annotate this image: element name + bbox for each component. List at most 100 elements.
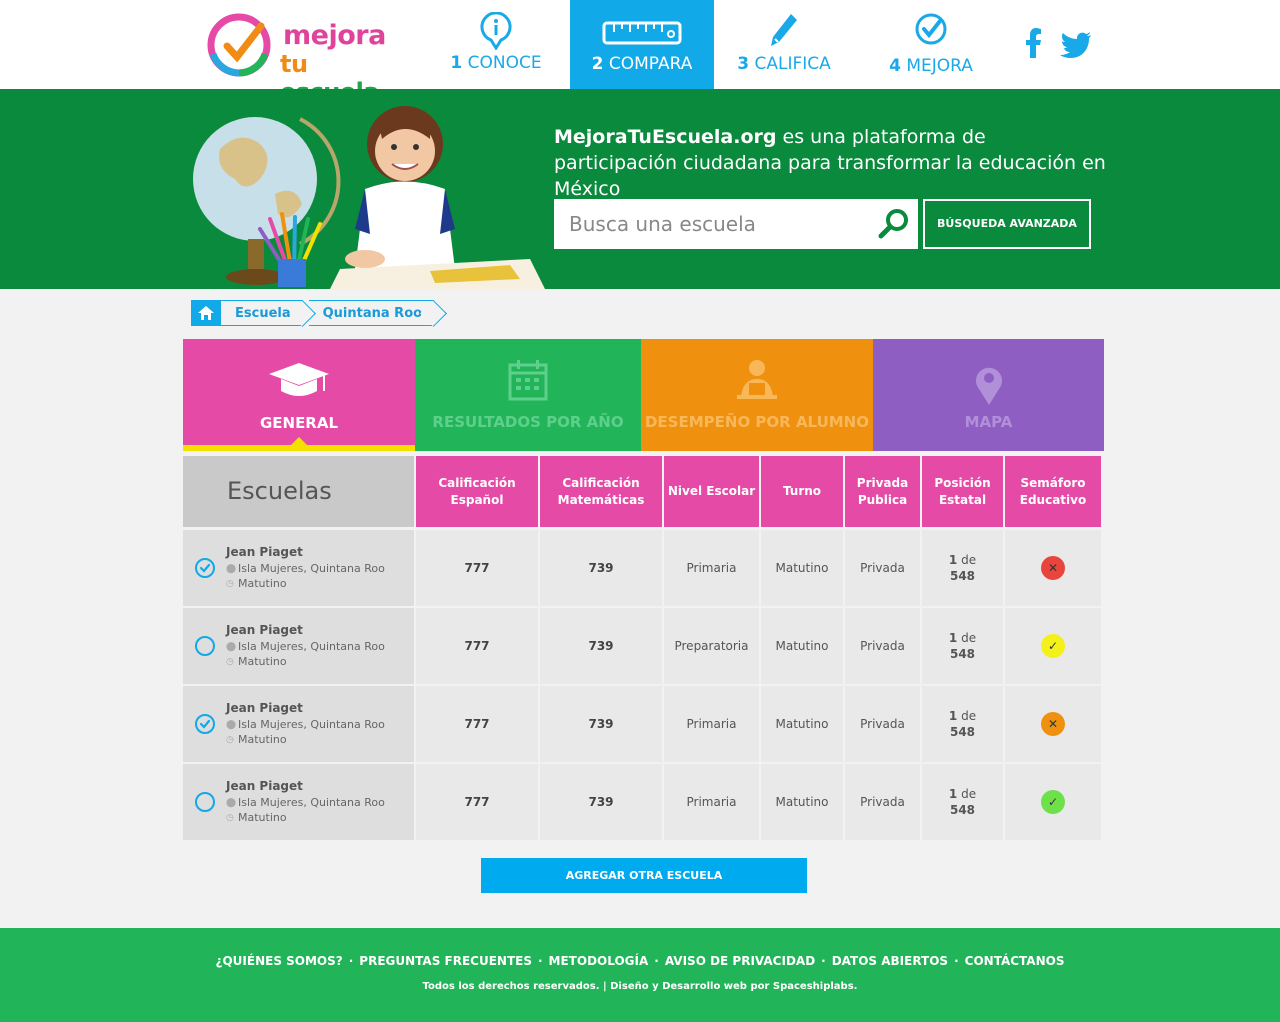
girl-with-globe-illustration — [193, 106, 545, 289]
matematicas-score: 739 — [540, 530, 662, 606]
turno: Matutino — [761, 764, 843, 840]
site-logo[interactable]: mejora tu escuela — [205, 10, 410, 106]
nivel-escolar: Preparatoria — [664, 608, 759, 684]
footer-separator: · — [348, 954, 354, 968]
school-cell: Jean Piaget ⬤ Isla Mujeres, Quintana Roo ◷ M… — [183, 764, 414, 840]
search-input[interactable] — [554, 199, 864, 249]
position-total: 548 — [949, 569, 976, 583]
twitter-icon[interactable] — [1060, 32, 1092, 58]
footer-link[interactable]: DATOS ABIERTOS — [832, 954, 948, 968]
table-row: Jean Piaget ⬤ Isla Mujeres, Quintana Roo ◷ M… — [183, 686, 1103, 762]
espanol-score: 777 — [416, 608, 538, 684]
position-de: de — [957, 709, 977, 723]
header-espanol: Calificación Español — [416, 456, 538, 527]
home-icon[interactable] — [191, 300, 221, 326]
school-shift: ◷ Matutino — [226, 577, 385, 590]
logo-word-mejora: mejora — [283, 20, 386, 51]
matematicas-score: 739 — [540, 764, 662, 840]
nav-conoce[interactable]: 1 CONOCE — [424, 0, 568, 89]
school-location-text: Isla Mujeres, Quintana Roo — [238, 562, 385, 575]
semaforo-cell: ✕ — [1005, 530, 1101, 606]
clock-icon: ◷ — [226, 578, 234, 589]
breadcrumb-escuela[interactable]: Escuela — [221, 300, 303, 326]
location-pin-icon: ⬤ — [226, 641, 237, 652]
checked-radio-icon[interactable] — [195, 714, 215, 734]
footer-link[interactable]: METODOLOGÍA — [549, 954, 649, 968]
clock-icon: ◷ — [226, 656, 234, 667]
table-row: Jean Piaget ⬤ Isla Mujeres, Quintana Roo ◷ M… — [183, 764, 1103, 840]
tab-general[interactable]: GENERAL — [183, 339, 415, 451]
privada-publica: Privada — [845, 530, 920, 606]
school-shift-text: Matutino — [238, 811, 287, 824]
school-shift: ◷ Matutino — [226, 811, 385, 824]
school-name[interactable]: Jean Piaget — [226, 623, 385, 637]
clock-icon: ◷ — [226, 734, 234, 745]
semaforo-status-icon: ✕ — [1041, 556, 1065, 580]
turno: Matutino — [761, 686, 843, 762]
school-location: ⬤ Isla Mujeres, Quintana Roo — [226, 718, 385, 731]
posicion-estatal: 1 de 548 — [922, 530, 1003, 606]
tab-desempeno[interactable]: DESEMPEÑO POR ALUMNO — [641, 339, 873, 451]
footer-link[interactable]: PREGUNTAS FRECUENTES — [359, 954, 532, 968]
nav-mejora-label: MEJORA — [906, 56, 973, 76]
school-location: ⬤ Isla Mujeres, Quintana Roo — [226, 562, 385, 575]
comparison-table-header: Escuelas Calificación Español Calificaci… — [183, 456, 1103, 527]
location-pin-icon: ⬤ — [226, 797, 237, 808]
header-nivel: Nivel Escolar — [664, 456, 759, 527]
tab-resultados[interactable]: RESULTADOS POR AÑO — [415, 339, 641, 451]
school-location-text: Isla Mujeres, Quintana Roo — [238, 640, 385, 653]
student-icon — [737, 360, 777, 399]
tab-general-label: GENERAL — [259, 414, 339, 432]
nav-mejora[interactable]: 4 MEJORA — [859, 0, 1003, 89]
school-name[interactable]: Jean Piaget — [226, 545, 385, 559]
footer-links: ¿QUIÉNES SOMOS? · PREGUNTAS FRECUENTES · MET… — [0, 954, 1280, 968]
nav-califica[interactable]: 3 CALIFICA — [712, 0, 856, 89]
school-shift-text: Matutino — [238, 655, 287, 668]
position-de: de — [957, 631, 977, 645]
logo-word-tu: tu — [280, 50, 308, 78]
add-school-button[interactable]: AGREGAR OTRA ESCUELA — [481, 858, 807, 893]
advanced-search-button[interactable]: BÚSQUEDA AVANZADA — [923, 199, 1091, 249]
tab-resultados-label: RESULTADOS POR AÑO — [432, 413, 624, 431]
nav-conoce-label: CONOCE — [467, 53, 542, 73]
checked-radio-icon[interactable] — [195, 558, 215, 578]
hero-banner: MejoraTuEscuela.org es una plataforma de… — [0, 89, 1280, 289]
nav-mejora-num: 4 — [889, 56, 901, 76]
radio-icon[interactable] — [195, 636, 215, 656]
radio-icon[interactable] — [195, 792, 215, 812]
nivel-escolar: Primaria — [664, 686, 759, 762]
matematicas-score: 739 — [540, 608, 662, 684]
hero-tagline: MejoraTuEscuela.org es una plataforma de… — [554, 124, 1114, 202]
tab-mapa[interactable]: MAPA — [873, 339, 1104, 451]
search-icon[interactable] — [878, 208, 910, 240]
school-name[interactable]: Jean Piaget — [226, 779, 385, 793]
facebook-icon[interactable] — [1024, 28, 1042, 58]
header-posicion: Posición Estatal — [922, 456, 1003, 527]
semaforo-cell: ✓ — [1005, 608, 1101, 684]
school-shift-text: Matutino — [238, 577, 287, 590]
nav-califica-num: 3 — [737, 54, 750, 74]
turno: Matutino — [761, 530, 843, 606]
footer-separator: · — [821, 954, 826, 968]
espanol-score: 777 — [416, 764, 538, 840]
calendar-icon — [508, 360, 548, 401]
table-row: Jean Piaget ⬤ Isla Mujeres, Quintana Roo ◷ M… — [183, 530, 1103, 606]
school-location-text: Isla Mujeres, Quintana Roo — [238, 718, 385, 731]
nav-compara[interactable]: 2 COMPARA — [570, 0, 714, 89]
nav-compara-num: 2 — [591, 54, 604, 74]
header-escuelas: Escuelas — [183, 456, 414, 527]
school-location: ⬤ Isla Mujeres, Quintana Roo — [226, 640, 385, 653]
school-cell: Jean Piaget ⬤ Isla Mujeres, Quintana Roo ◷ M… — [183, 686, 414, 762]
espanol-score: 777 — [416, 686, 538, 762]
footer-separator: · — [654, 954, 659, 968]
breadcrumb-quintana-roo[interactable]: Quintana Roo — [308, 300, 435, 326]
footer-link[interactable]: CONTÁCTANOS — [965, 954, 1065, 968]
search-box — [554, 199, 918, 249]
matematicas-score: 739 — [540, 686, 662, 762]
footer-link[interactable]: ¿QUIÉNES SOMOS? — [216, 954, 343, 968]
nivel-escolar: Primaria — [664, 530, 759, 606]
check-circle-icon — [915, 13, 947, 45]
school-name[interactable]: Jean Piaget — [226, 701, 385, 715]
footer-link[interactable]: AVISO DE PRIVACIDAD — [665, 954, 815, 968]
school-shift: ◷ Matutino — [226, 733, 385, 746]
